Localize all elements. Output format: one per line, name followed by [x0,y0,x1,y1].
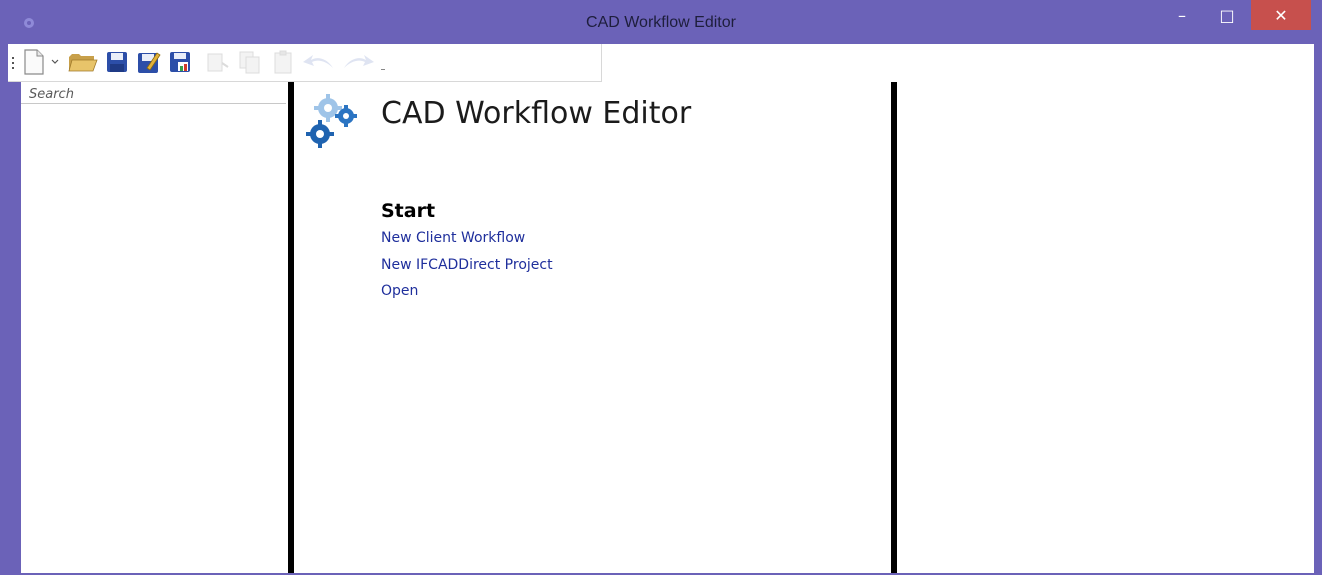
page-title: CAD Workflow Editor [381,96,692,131]
maximize-button[interactable]: □ [1205,0,1249,30]
floppy-icon [107,52,127,72]
minimize-button[interactable]: – [1160,0,1204,30]
redo-arrow-icon [344,55,374,68]
new-document-icon [24,49,44,75]
open-button[interactable] [67,48,99,76]
undo-button[interactable] [300,48,336,76]
floppy-pencil-icon [138,52,161,73]
folder-icon [68,54,98,72]
new-dropdown-button[interactable] [48,48,62,76]
cut-button[interactable] [204,48,232,76]
panel-frame-edge [8,82,21,573]
floppy-chart-icon [170,52,190,72]
app-window: CAD Workflow Editor – □ ✕ Search CAD Wor… [0,0,1322,575]
client-area: CAD Workflow Editor Start New Client Wor… [8,44,1314,573]
maximize-icon: □ [1219,5,1235,25]
overflow-icon [381,69,385,70]
redo-button[interactable] [341,48,377,76]
save-as-button[interactable] [135,48,163,76]
open-link[interactable]: Open [381,283,418,299]
toolbar-overflow-button[interactable] [378,48,388,76]
title-bar[interactable]: CAD Workflow Editor – □ ✕ [0,0,1322,44]
paste-icon [274,50,292,74]
toolbar [8,44,602,82]
cut-icon [207,53,229,72]
save-all-button[interactable] [166,48,194,76]
window-title: CAD Workflow Editor [586,14,736,31]
explorer-panel [21,82,288,573]
minimize-icon: – [1178,5,1186,25]
save-button[interactable] [103,48,131,76]
close-icon: ✕ [1274,5,1288,25]
chevron-down-icon [51,59,59,64]
close-button[interactable]: ✕ [1251,0,1311,30]
copy-icon [239,51,260,74]
toolbar-grip-icon[interactable] [12,56,15,72]
copy-button[interactable] [236,48,264,76]
new-client-workflow-link[interactable]: New Client Workflow [381,230,525,246]
new-ifcaddirect-project-link[interactable]: New IFCADDirect Project [381,257,553,273]
new-document-button[interactable] [20,48,48,76]
properties-panel [897,82,1314,573]
gears-icon [306,94,357,148]
search-input[interactable] [21,86,286,104]
paste-button[interactable] [270,48,298,76]
undo-arrow-icon [303,55,333,68]
start-heading: Start [381,200,436,222]
start-page: CAD Workflow Editor Start New Client Wor… [294,82,891,573]
